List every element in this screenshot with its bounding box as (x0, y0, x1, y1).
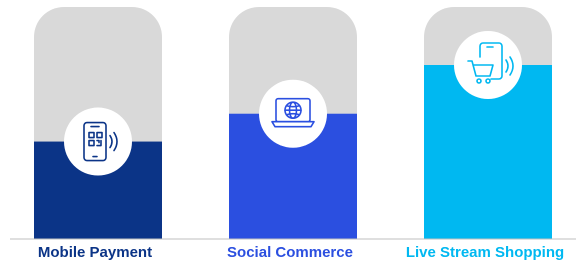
category-label-social-commerce: Social Commerce (227, 244, 353, 261)
bar-chart (10, 7, 576, 240)
phone-shopping-cart-icon (454, 31, 522, 99)
qr-code-phone-icon (64, 107, 132, 176)
laptop-globe-icon (259, 79, 327, 148)
category-label-live-stream-shopping: Live Stream Shopping (405, 244, 565, 261)
category-label-mobile-payment: Mobile Payment (37, 244, 153, 261)
